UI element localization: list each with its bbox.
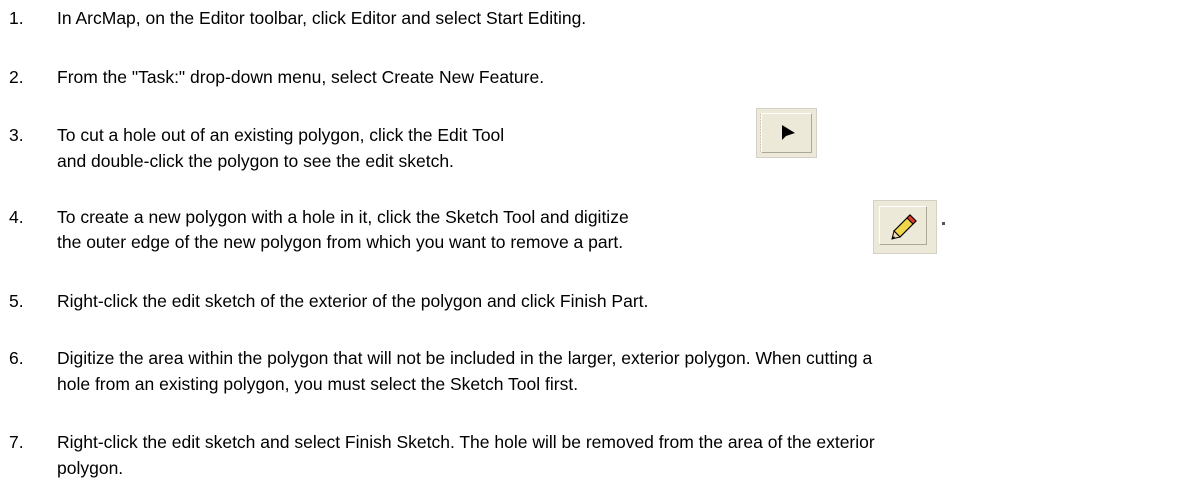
step-number: 5. [9, 291, 24, 311]
step-text: To create a new polygon with a hole in i… [57, 207, 629, 227]
step-text: the outer edge of the new polygon from w… [57, 232, 624, 252]
step-number: 6. [9, 348, 24, 368]
step-text: polygon. [57, 458, 124, 478]
step-text: and double-click the polygon to see the … [57, 151, 454, 171]
step-text: In ArcMap, on the Editor toolbar, click … [57, 8, 587, 28]
step-text: Right-click the edit sketch of the exter… [57, 291, 649, 311]
step-text: From the "Task:" drop-down menu, select … [57, 67, 545, 87]
step-number: 1. [9, 8, 24, 28]
sketch-tool-button[interactable] [873, 200, 937, 254]
sketch-tool-pencil-icon [891, 214, 917, 240]
step-number: 4. [9, 207, 24, 227]
step-number: 3. [9, 125, 24, 145]
step-text: Digitize the area within the polygon tha… [57, 348, 873, 368]
step-text: Right-click the edit sketch and select F… [57, 432, 875, 452]
step-number: 7. [9, 432, 24, 452]
step-text: To cut a hole out of an existing polygon… [57, 125, 505, 145]
step-number: 2. [9, 67, 24, 87]
toolbar-edge [942, 222, 945, 225]
edit-tool-arrow-icon [782, 125, 795, 140]
step-text: hole from an existing polygon, you must … [57, 374, 579, 394]
edit-tool-button[interactable] [756, 108, 817, 158]
